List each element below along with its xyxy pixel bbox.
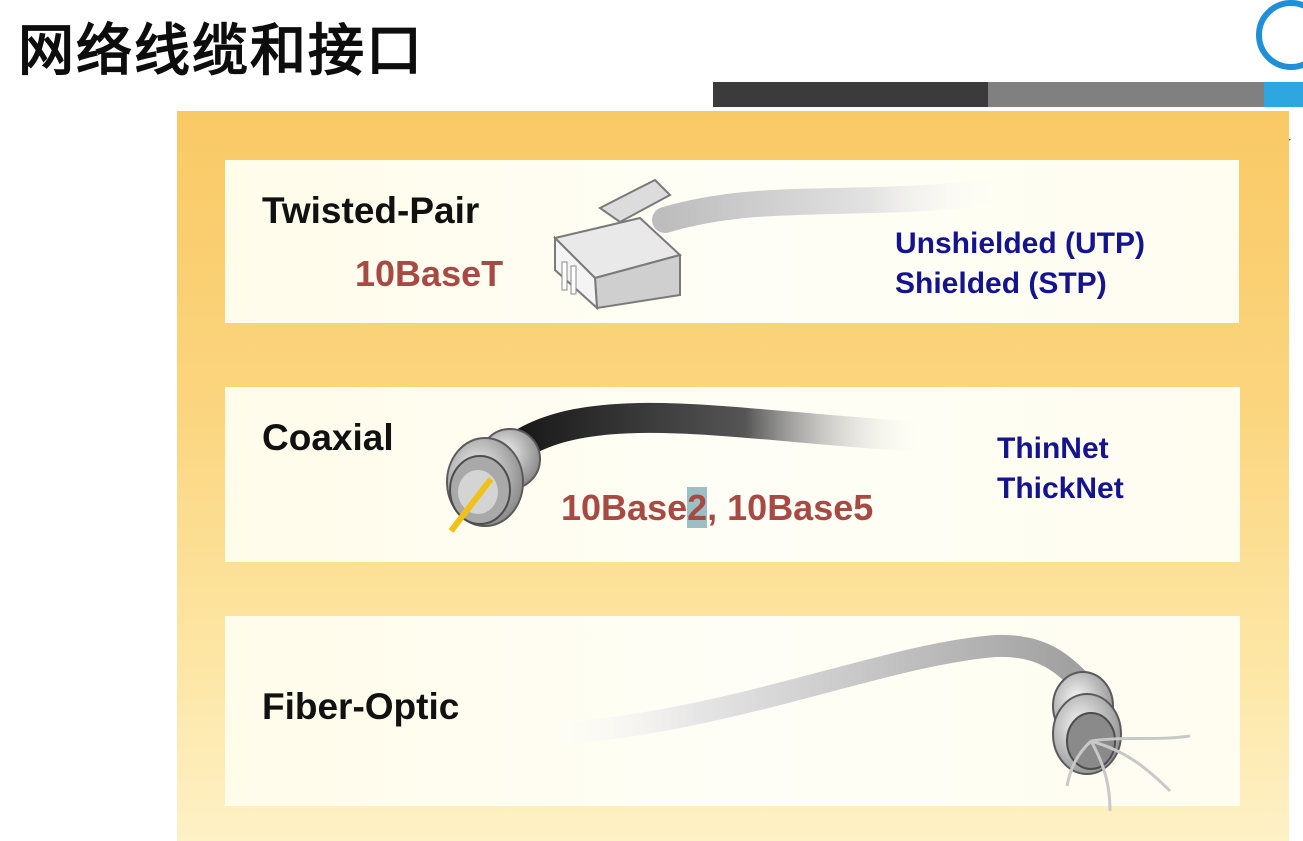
cable-name-coaxial: Coaxial <box>262 417 394 458</box>
header-bar-dark <box>713 82 988 107</box>
type-utp: Unshielded (UTP) <box>895 227 1146 260</box>
coaxial-card: Coaxial 10Base2, 10Base5 ThinNet ThickNe… <box>225 387 1240 562</box>
cable-name-fiber-optic: Fiber-Optic <box>262 686 460 727</box>
fiber-optic-card: Fiber-Optic <box>225 616 1240 812</box>
cable-name-twisted-pair: Twisted-Pair <box>262 190 480 231</box>
type-thicknet: ThickNet <box>997 472 1124 505</box>
standard-suffix: , 10Base5 <box>707 487 874 528</box>
slide-title: 网络线缆和接口 <box>18 19 424 84</box>
type-stp: Shielded (STP) <box>895 267 1107 300</box>
header-bar-blue <box>1264 82 1303 107</box>
standard-prefix: 10Base <box>561 487 688 528</box>
selected-text[interactable]: 2 <box>687 487 708 528</box>
standard-10base2-10base5: 10Base2, 10Base5 <box>561 487 873 529</box>
type-thinnet: ThinNet <box>997 432 1109 465</box>
logo-icon <box>1256 0 1303 70</box>
header-bar-gray <box>988 82 1264 107</box>
standard-10baset: 10BaseT <box>355 253 504 294</box>
twisted-pair-card: Twisted-Pair 10BaseT Unshielded (UTP) Sh… <box>225 160 1239 323</box>
